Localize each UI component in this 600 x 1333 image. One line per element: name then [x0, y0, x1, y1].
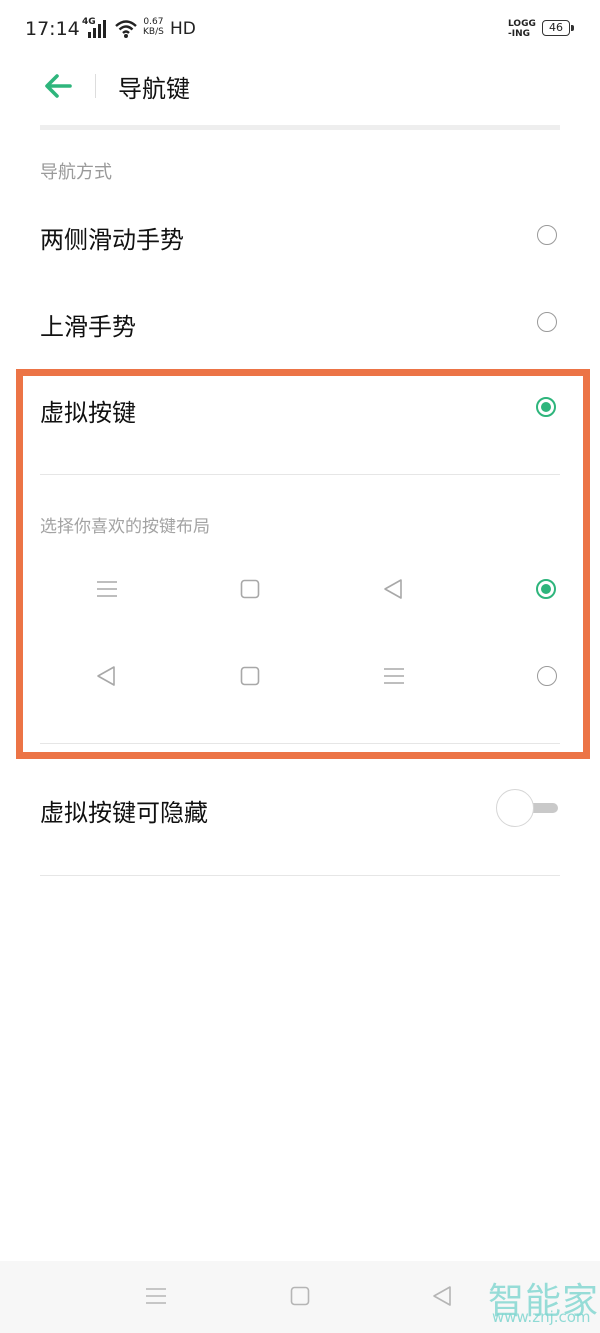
back-triangle-icon	[384, 579, 402, 599]
square-icon	[240, 666, 260, 686]
logging-indicator-top: LOGG	[508, 19, 536, 29]
battery-tip	[571, 25, 574, 31]
option-label-swipe-up[interactable]: 上滑手势	[40, 307, 136, 342]
hd-label: HD	[170, 19, 196, 39]
divider	[40, 875, 560, 876]
logging-indicator: LOGG -ING	[508, 19, 536, 39]
menu-icon[interactable]	[145, 1287, 167, 1305]
section-title-nav-mode: 导航方式	[40, 162, 112, 183]
signal-icon	[88, 20, 106, 38]
option-label-virtual-keys[interactable]: 虚拟按键	[40, 393, 136, 428]
status-time: 17:14	[25, 18, 80, 40]
hideable-toggle-knob[interactable]	[496, 789, 534, 827]
radio-layout-1[interactable]	[536, 579, 556, 599]
network-speed: 0.67 KB/S	[143, 17, 164, 37]
watermark-url: www.znj.com	[492, 1308, 591, 1326]
status-bar: 17:14 4G 0.67 KB/S HD LOGG -ING 46	[0, 0, 600, 60]
header-divider	[95, 74, 96, 98]
network-speed-value: 0.67	[143, 17, 164, 27]
section-title-key-layout: 选择你喜欢的按键布局	[40, 517, 210, 537]
logging-indicator-bottom: -ING	[508, 29, 531, 39]
option-label-side-swipe[interactable]: 两侧滑动手势	[40, 220, 184, 255]
layout-option-2[interactable]	[0, 646, 600, 706]
menu-icon	[97, 581, 117, 597]
radio-side-swipe[interactable]	[537, 225, 557, 245]
option-label-hideable: 虚拟按键可隐藏	[40, 799, 208, 827]
layout-option-1[interactable]	[0, 560, 600, 620]
wifi-icon	[115, 20, 137, 38]
back-arrow-icon[interactable]	[40, 70, 76, 102]
square-icon	[240, 579, 260, 599]
back-triangle-icon[interactable]	[431, 1285, 453, 1307]
divider	[40, 743, 560, 744]
menu-icon	[384, 668, 404, 684]
radio-virtual-keys[interactable]	[536, 397, 556, 417]
radio-layout-2[interactable]	[537, 666, 557, 686]
battery-level: 46	[549, 21, 563, 34]
divider	[40, 474, 560, 475]
header-separator	[40, 125, 560, 130]
square-icon[interactable]	[290, 1286, 310, 1306]
back-triangle-icon	[97, 666, 115, 686]
network-speed-unit: KB/S	[143, 27, 164, 37]
battery-icon: 46	[542, 20, 570, 36]
page-title: 导航键	[118, 75, 190, 103]
radio-swipe-up[interactable]	[537, 312, 557, 332]
